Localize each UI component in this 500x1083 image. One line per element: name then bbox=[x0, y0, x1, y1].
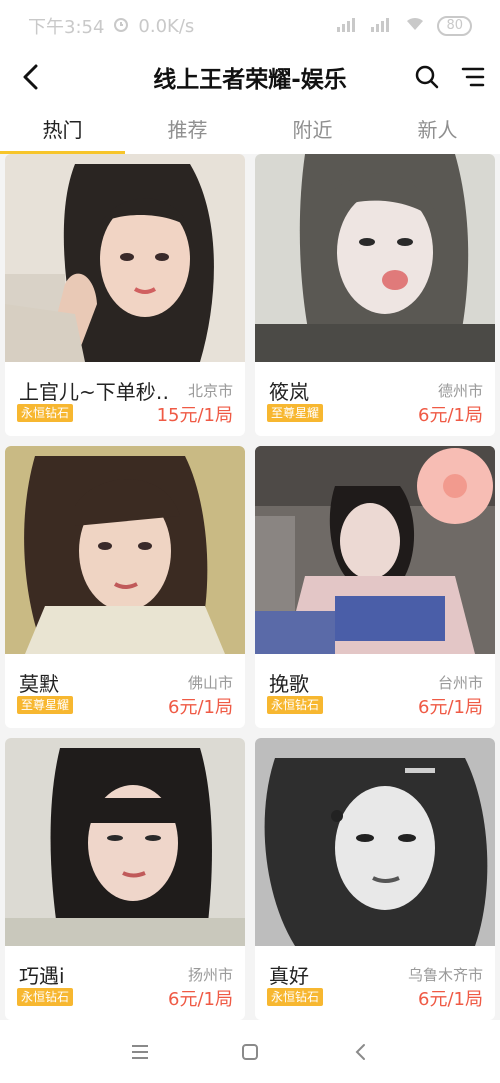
player-city: 佛山市 bbox=[187, 674, 233, 692]
player-price: 6元/1局 bbox=[418, 989, 483, 1010]
player-card[interactable]: 上官儿~下单秒… 北京市 永恒钻石 15元/1局 bbox=[5, 154, 245, 436]
player-photo bbox=[5, 154, 245, 362]
player-card[interactable]: 巧遇i 扬州市 永恒钻石 6元/1局 bbox=[5, 738, 245, 1020]
filter-icon[interactable] bbox=[456, 60, 490, 94]
alarm-icon bbox=[112, 15, 130, 38]
page-title: 线上王者荣耀-娱乐 bbox=[153, 67, 347, 93]
rank-badge: 至尊星耀 bbox=[17, 696, 74, 714]
network-speed: 0.0K/s bbox=[138, 15, 195, 37]
tab-new[interactable]: 新人 bbox=[375, 102, 500, 154]
rank-badge: 永恒钻石 bbox=[267, 988, 324, 1006]
tab-recommend[interactable]: 推荐 bbox=[125, 102, 250, 154]
tab-nearby[interactable]: 附近 bbox=[250, 102, 375, 154]
player-photo bbox=[5, 738, 245, 946]
rank-badge: 永恒钻石 bbox=[267, 696, 324, 714]
player-name: 筱岚 bbox=[269, 380, 309, 404]
tab-hot[interactable]: 热门 bbox=[0, 102, 125, 154]
rank-badge: 永恒钻石 bbox=[17, 404, 74, 422]
player-city: 扬州市 bbox=[187, 966, 233, 984]
player-name: 挽歌 bbox=[269, 672, 309, 696]
player-card[interactable]: 莫默 佛山市 至尊星耀 6元/1局 bbox=[5, 446, 245, 728]
player-name: 巧遇i bbox=[19, 964, 65, 988]
status-bar: 下午3:54 0.0K/s 80 bbox=[0, 0, 500, 52]
player-card[interactable]: 挽歌 台州市 永恒钻石 6元/1局 bbox=[255, 446, 495, 728]
rank-badge: 至尊星耀 bbox=[267, 404, 324, 422]
player-price: 15元/1局 bbox=[156, 405, 233, 426]
menu-icon[interactable] bbox=[123, 1035, 157, 1069]
player-grid: 上官儿~下单秒… 北京市 永恒钻石 15元/1局 筱岚 德州市 至尊星耀 6元/… bbox=[5, 154, 495, 1020]
status-time: 下午3:54 bbox=[28, 17, 105, 38]
player-photo bbox=[255, 154, 495, 362]
status-left: 下午3:54 0.0K/s bbox=[28, 13, 194, 39]
header: 线上王者荣耀-娱乐 bbox=[0, 52, 500, 102]
signal-icon-2 bbox=[371, 16, 393, 37]
status-right: 80 bbox=[337, 16, 472, 37]
back-arrow-icon[interactable] bbox=[14, 60, 48, 94]
player-card[interactable]: 真好 乌鲁木齐市 永恒钻石 6元/1局 bbox=[255, 738, 495, 1020]
player-city: 德州市 bbox=[437, 382, 483, 400]
player-name: 上官儿~下单秒… bbox=[19, 380, 169, 404]
player-price: 6元/1局 bbox=[418, 405, 483, 426]
signal-icon bbox=[337, 16, 359, 37]
player-price: 6元/1局 bbox=[418, 697, 483, 718]
search-icon[interactable] bbox=[410, 60, 444, 94]
player-price: 6元/1局 bbox=[168, 697, 233, 718]
player-card[interactable]: 筱岚 德州市 至尊星耀 6元/1局 bbox=[255, 154, 495, 436]
system-nav-bar bbox=[0, 1020, 500, 1083]
player-photo bbox=[255, 738, 495, 946]
wifi-icon bbox=[405, 16, 425, 37]
player-name: 莫默 bbox=[19, 672, 59, 696]
nav-back-icon[interactable] bbox=[343, 1035, 377, 1069]
player-photo bbox=[255, 446, 495, 654]
home-square-icon[interactable] bbox=[233, 1035, 267, 1069]
player-city: 北京市 bbox=[187, 382, 233, 400]
player-name: 真好 bbox=[269, 964, 309, 988]
player-city: 乌鲁木齐市 bbox=[407, 966, 483, 984]
battery-indicator: 80 bbox=[437, 16, 472, 36]
rank-badge: 永恒钻石 bbox=[17, 988, 74, 1006]
tab-bar: 热门 推荐 附近 新人 bbox=[0, 102, 500, 154]
player-city: 台州市 bbox=[437, 674, 483, 692]
player-photo bbox=[5, 446, 245, 654]
player-price: 6元/1局 bbox=[168, 989, 233, 1010]
